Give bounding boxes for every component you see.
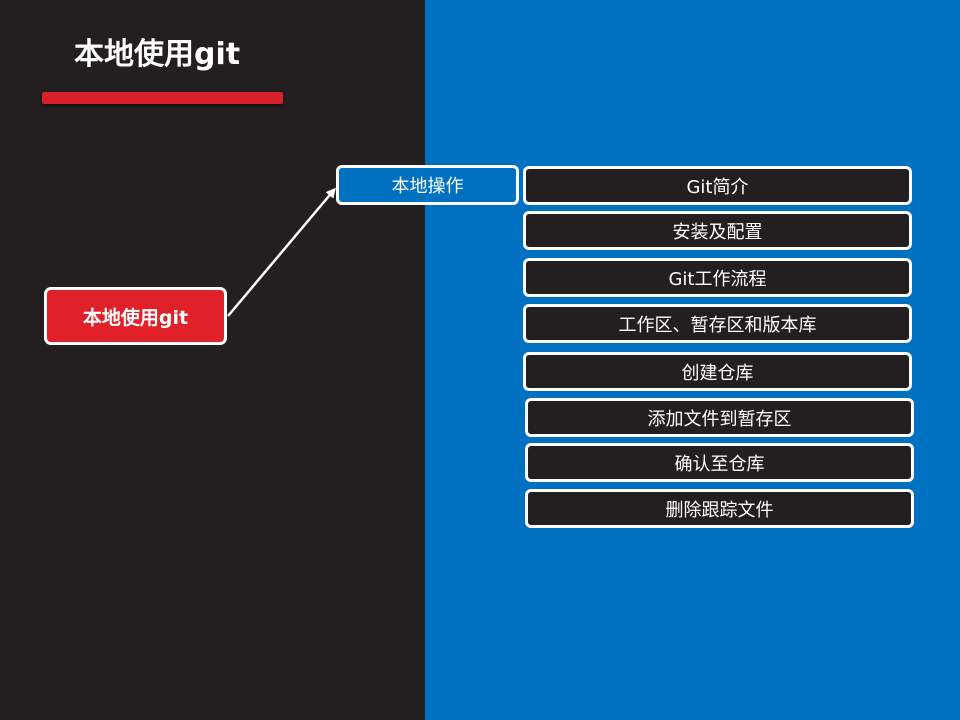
leaf-node[interactable]: 工作区、暂存区和版本库	[523, 304, 912, 343]
leaf-node[interactable]: 删除跟踪文件	[525, 489, 914, 528]
leaf-node-label: 工作区、暂存区和版本库	[618, 314, 817, 336]
leaf-node[interactable]: 确认至仓库	[525, 443, 914, 482]
leaf-node[interactable]: 创建仓库	[523, 352, 912, 391]
leaf-node-label: Git工作流程	[668, 268, 767, 290]
leaf-node-label: 删除跟踪文件	[665, 499, 774, 521]
leaf-node-list: Git简介 安装及配置 Git工作流程 工作区、暂存区和版本库 创建仓库 添加文…	[0, 0, 960, 720]
leaf-node-label: Git简介	[686, 176, 749, 198]
leaf-node-label: 确认至仓库	[674, 453, 765, 475]
leaf-node[interactable]: Git简介	[523, 166, 912, 205]
leaf-node-label: 创建仓库	[681, 362, 754, 384]
leaf-node[interactable]: Git工作流程	[523, 258, 912, 297]
leaf-node[interactable]: 安装及配置	[523, 211, 912, 250]
leaf-node-label: 安装及配置	[672, 221, 763, 243]
leaf-node[interactable]: 添加文件到暂存区	[525, 398, 914, 437]
leaf-node-label: 添加文件到暂存区	[647, 408, 792, 430]
